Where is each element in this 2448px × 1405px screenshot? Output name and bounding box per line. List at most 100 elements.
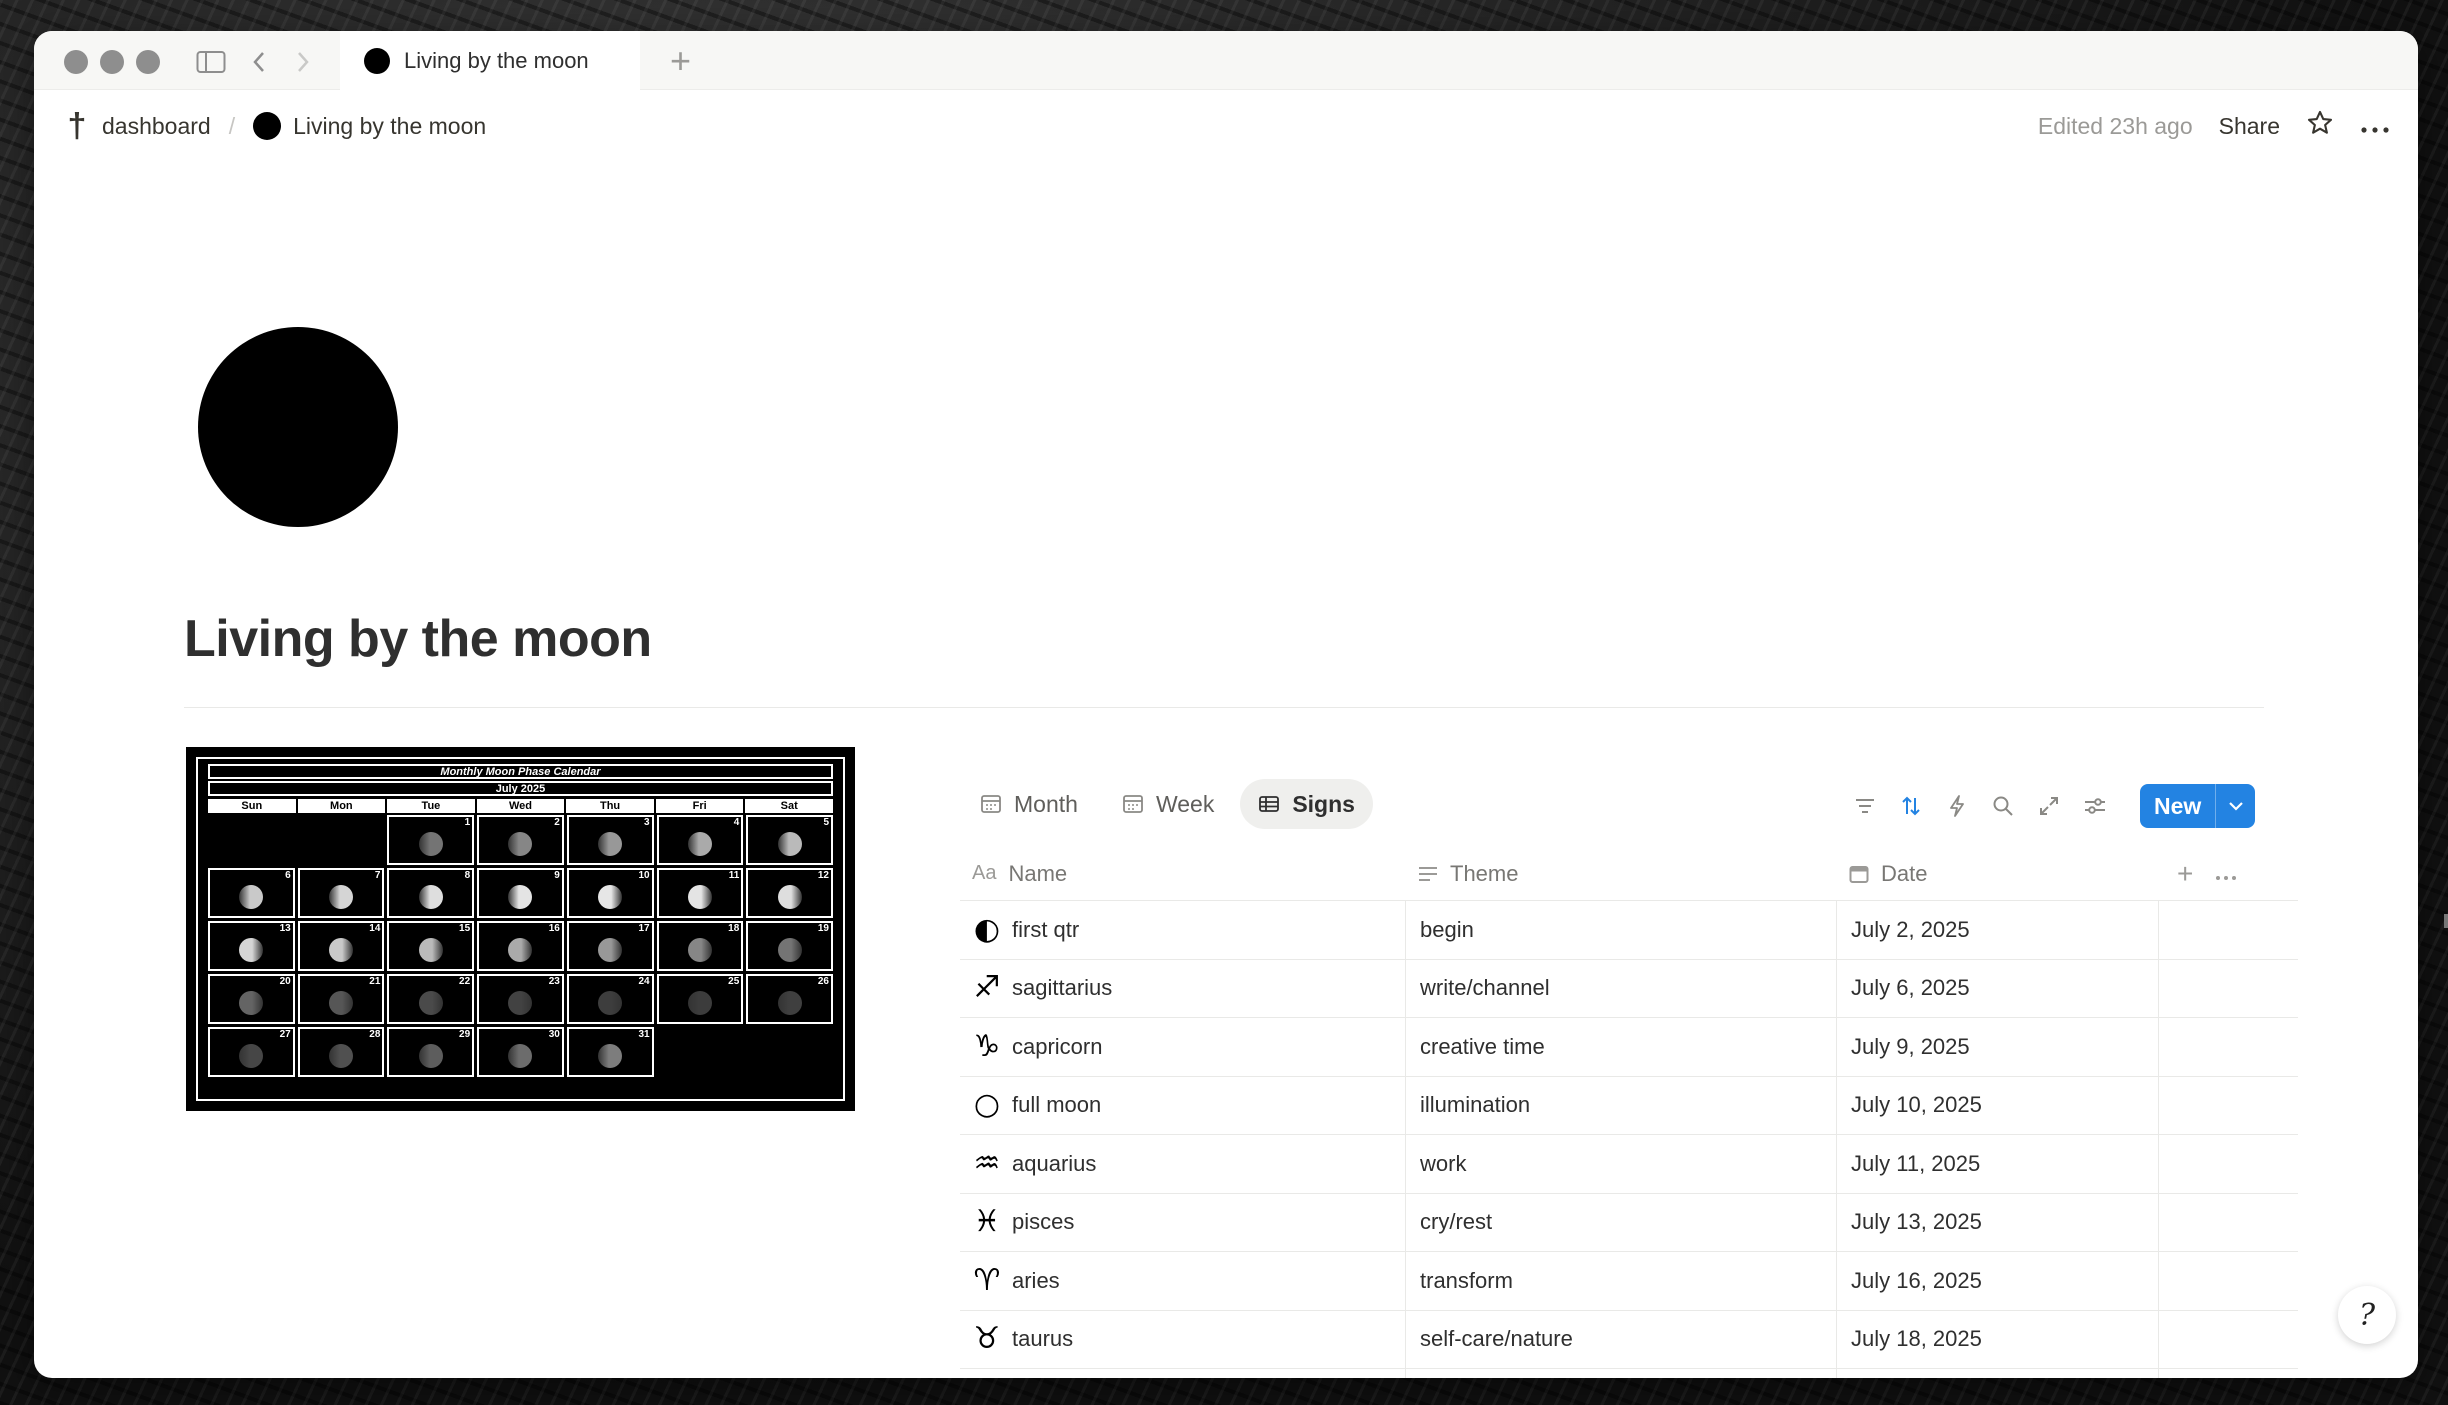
cell-date[interactable]: July 2, 2025	[1837, 901, 2159, 959]
cell-theme[interactable]: write/channel	[1406, 959, 1837, 1017]
view-tab-month[interactable]: Month	[962, 779, 1096, 829]
tab-living-by-the-moon[interactable]: Living by the moon	[340, 31, 640, 91]
moon-phase-icon	[598, 990, 623, 1015]
new-tab-plus-icon[interactable]: +	[670, 43, 691, 79]
cell-name[interactable]: ♐ sagittarius	[960, 959, 1406, 1017]
row-name-text: aquarius	[1012, 1150, 1097, 1176]
calendar-day-cell: 5	[746, 815, 833, 865]
moon-phase-calendar-image: Monthly Moon Phase Calendar July 2025 Su…	[186, 747, 855, 1111]
moon-phase-icon	[598, 884, 623, 909]
view-tab-week[interactable]: Week	[1104, 779, 1232, 829]
cell-name[interactable]: ♒ aquarius	[960, 1135, 1406, 1193]
cell-name[interactable]: ◐ first qtr	[960, 901, 1406, 959]
cell-date[interactable]: July 10, 2025	[1837, 1076, 2159, 1134]
cell-date[interactable]: July 19, 2025	[1837, 1369, 2159, 1378]
forward-icon[interactable]	[286, 45, 320, 79]
row-symbol-icon[interactable]: ○	[972, 1090, 1002, 1120]
moon-phase-icon	[777, 831, 802, 856]
cell-theme[interactable]: rest →	[1406, 1369, 1837, 1378]
cell-name[interactable]: ♉ taurus	[960, 1310, 1406, 1368]
row-symbol-icon[interactable]: ♈	[972, 1265, 1002, 1296]
row-symbol-icon[interactable]: ♉	[972, 1324, 1002, 1354]
table-row[interactable]: ♐ sagittarius write/channel July 6, 2025	[960, 959, 2298, 1018]
view-tab-signs[interactable]: Signs	[1240, 779, 1373, 829]
cell-date[interactable]: July 13, 2025	[1837, 1193, 2159, 1251]
favorite-star-icon[interactable]	[2306, 109, 2334, 143]
cell-name[interactable]: ♓ pisces	[960, 1193, 1406, 1251]
back-icon[interactable]	[242, 45, 276, 79]
cell-empty[interactable]	[2159, 1077, 2298, 1135]
row-date-text: July 2, 2025	[1851, 916, 1970, 942]
column-more-icon[interactable]	[2215, 861, 2237, 887]
cell-name[interactable]: ♈ aries	[960, 1252, 1406, 1310]
minimize-window-button[interactable]	[100, 50, 124, 74]
cell-empty[interactable]	[2159, 1018, 2298, 1076]
more-options-icon[interactable]	[2360, 113, 2390, 140]
zoom-window-button[interactable]	[136, 50, 160, 74]
table-row[interactable]: ♒ aquarius work July 11, 2025	[960, 1135, 2298, 1194]
cell-date[interactable]: July 11, 2025	[1837, 1135, 2159, 1193]
cell-name[interactable]: ○ full moon	[960, 1076, 1406, 1134]
automation-lightning-icon[interactable]	[1944, 793, 1970, 819]
page-title[interactable]: Living by the moon	[184, 609, 652, 669]
column-header-theme[interactable]: Theme	[1406, 847, 1837, 900]
row-date-text: July 9, 2025	[1851, 1033, 1970, 1059]
column-actions: +	[2159, 847, 2298, 900]
close-window-button[interactable]	[64, 50, 88, 74]
cell-empty[interactable]	[2159, 1194, 2298, 1252]
cell-name[interactable]: ◑balsamic phase	[960, 1369, 1406, 1378]
sidebar-toggle-icon[interactable]	[194, 45, 228, 79]
table-row[interactable]: ○ full moon illumination July 10, 2025	[960, 1076, 2298, 1135]
cell-theme[interactable]: illumination	[1406, 1076, 1837, 1134]
cell-empty[interactable]	[2159, 1252, 2298, 1310]
table-row[interactable]: ◑balsamic phaserest →July 19, 2025	[960, 1369, 2298, 1378]
cell-theme[interactable]: self-care/nature	[1406, 1310, 1837, 1368]
table-row[interactable]: ♈ aries transform July 16, 2025	[960, 1252, 2298, 1311]
cell-empty[interactable]	[2159, 901, 2298, 959]
row-symbol-icon[interactable]: ♒	[972, 1148, 1002, 1179]
share-button[interactable]: Share	[2219, 113, 2280, 140]
page-icon-black-moon[interactable]	[198, 327, 398, 527]
row-symbol-icon[interactable]: ♑	[972, 1031, 1002, 1062]
cell-empty[interactable]	[2159, 1311, 2298, 1369]
calendar-date-number: 19	[817, 923, 829, 934]
calendar-day-name: Tue	[387, 799, 475, 813]
help-button[interactable]: ?	[2338, 1286, 2396, 1344]
calendar-date-number: 3	[644, 817, 650, 828]
column-header-date[interactable]: Date	[1837, 847, 2159, 900]
table-row[interactable]: ♑ capricorn creative time July 9, 2025	[960, 1018, 2298, 1077]
cell-theme[interactable]: transform	[1406, 1252, 1837, 1310]
moon-phase-icon	[329, 937, 354, 962]
row-symbol-icon[interactable]: ♓	[972, 1207, 1002, 1237]
breadcrumb-current-page[interactable]: Living by the moon	[293, 113, 486, 140]
cell-name[interactable]: ♑ capricorn	[960, 1018, 1406, 1076]
expand-icon[interactable]	[2036, 793, 2062, 819]
settings-sliders-icon[interactable]	[2082, 793, 2108, 819]
cell-empty[interactable]	[2159, 1135, 2298, 1193]
cell-date[interactable]: July 9, 2025	[1837, 1018, 2159, 1076]
cell-empty[interactable]	[2159, 1369, 2298, 1378]
cell-theme[interactable]: work	[1406, 1135, 1837, 1193]
sort-icon[interactable]	[1898, 793, 1924, 819]
cell-date[interactable]: July 6, 2025	[1837, 959, 2159, 1017]
cell-theme[interactable]: begin	[1406, 901, 1837, 959]
table-row[interactable]: ◐ first qtr begin July 2, 2025	[960, 901, 2298, 960]
cell-date[interactable]: July 16, 2025	[1837, 1252, 2159, 1310]
breadcrumb-dashboard[interactable]: dashboard	[102, 113, 211, 140]
chevron-down-icon[interactable]	[2215, 784, 2255, 828]
calendar-title: Monthly Moon Phase Calendar	[208, 764, 833, 779]
cell-theme[interactable]: creative time	[1406, 1018, 1837, 1076]
table-row[interactable]: ♉ taurus self-care/nature July 18, 2025	[960, 1310, 2298, 1369]
add-column-plus-icon[interactable]: +	[2177, 858, 2193, 890]
new-entry-button[interactable]: New	[2140, 784, 2256, 828]
cell-empty[interactable]	[2159, 960, 2298, 1018]
column-header-name[interactable]: Aa Name	[960, 847, 1406, 900]
row-symbol-icon[interactable]: ◐	[972, 914, 1002, 945]
row-symbol-icon[interactable]: ♐	[972, 973, 1002, 1003]
search-icon[interactable]	[1990, 793, 2016, 819]
table-row[interactable]: ♓ pisces cry/rest July 13, 2025	[960, 1193, 2298, 1252]
cell-theme[interactable]: cry/rest	[1406, 1193, 1837, 1251]
calendar-day-cell: 26	[746, 974, 833, 1024]
filter-icon[interactable]	[1852, 793, 1878, 819]
cell-date[interactable]: July 18, 2025	[1837, 1310, 2159, 1368]
